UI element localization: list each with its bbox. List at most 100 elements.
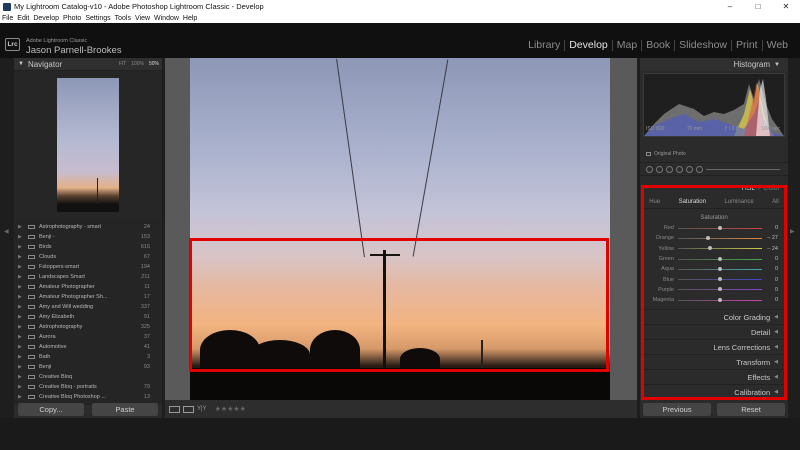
title-bar: My Lightroom Catalog-v10 - Adobe Photosh… — [0, 0, 800, 13]
expand-triangle-icon[interactable]: ▶ — [18, 294, 26, 300]
left-panel: ▼ Navigator FIT 100% 50% ▶ Astrophotograp… — [14, 58, 162, 418]
expand-triangle-icon[interactable]: ▶ — [18, 224, 26, 230]
collection-item[interactable]: ▶ Amateur Photographer 11 — [14, 282, 162, 292]
thumbnail-pole — [97, 178, 98, 204]
before-after-icon[interactable] — [183, 405, 194, 413]
expand-triangle-icon[interactable]: ▶ — [18, 264, 26, 270]
expand-triangle-icon[interactable]: ▶ — [18, 244, 26, 250]
collection-item[interactable]: ▶ Bath 3 — [14, 352, 162, 362]
rating-stars[interactable]: ★★★★★ — [215, 405, 246, 413]
tool-icon[interactable] — [696, 165, 703, 173]
previous-button[interactable]: Previous — [643, 402, 711, 416]
histogram-header[interactable]: Histogram ▼ — [640, 58, 788, 71]
right-buttons: Previous Reset — [640, 400, 788, 418]
menu-settings[interactable]: Settings — [85, 15, 110, 22]
collection-item[interactable]: ▶ Amy and Will wedding 337 — [14, 302, 162, 312]
module-slideshow[interactable]: Slideshow — [674, 40, 731, 51]
menu-tools[interactable]: Tools — [115, 15, 131, 22]
right-panel-toggle-icon[interactable]: ▶ — [790, 228, 795, 235]
module-book[interactable]: Book — [641, 40, 674, 51]
expand-triangle-icon[interactable]: ▶ — [18, 304, 26, 310]
collection-name: Astrophotography - smart — [39, 224, 102, 230]
toolbar: Y|Y ★★★★★ — [165, 400, 637, 418]
expand-triangle-icon[interactable]: ▶ — [18, 284, 26, 290]
loupe-view-icon[interactable] — [169, 405, 180, 413]
red-eye-icon[interactable] — [676, 165, 683, 173]
original-photo-toggle[interactable]: Original Photo — [646, 149, 788, 158]
collapse-triangle-icon[interactable]: ▼ — [774, 62, 780, 68]
module-map[interactable]: Map — [611, 40, 641, 51]
expand-triangle-icon[interactable]: ▶ — [18, 314, 26, 320]
masking-icon[interactable] — [686, 165, 693, 173]
collection-item[interactable]: ▶ Automotive 41 — [14, 342, 162, 352]
zoom-fit[interactable]: FIT — [119, 61, 127, 67]
tool-slider[interactable] — [706, 168, 780, 170]
collection-name: Creative Bloq — [39, 374, 73, 380]
collection-item[interactable]: ▶ Creative Bloq — [14, 372, 162, 382]
expand-triangle-icon[interactable]: ▶ — [18, 384, 26, 390]
collection-icon — [28, 315, 35, 319]
reset-button[interactable]: Reset — [717, 402, 785, 416]
close-button[interactable]: ✕ — [772, 0, 800, 13]
expand-triangle-icon[interactable]: ▶ — [18, 354, 26, 360]
collection-item[interactable]: ▶ Clouds 67 — [14, 252, 162, 262]
collection-item[interactable]: ▶ Benji - 153 — [14, 232, 162, 242]
compare-label[interactable]: Y|Y — [197, 406, 207, 412]
power-line — [412, 59, 449, 257]
zoom-50[interactable]: 50% — [149, 61, 159, 67]
navigator-preview[interactable] — [14, 71, 162, 219]
collapse-triangle-icon[interactable]: ▼ — [18, 61, 24, 67]
menu-file[interactable]: File — [2, 15, 13, 22]
menu-window[interactable]: Window — [154, 15, 179, 22]
collection-item[interactable]: ▶ Amateur Photographer Sh... 17 — [14, 292, 162, 302]
spot-removal-icon[interactable] — [666, 165, 673, 173]
collection-count: 616 — [140, 244, 150, 250]
original-photo-icon[interactable] — [646, 151, 651, 156]
collection-item[interactable]: ▶ Creative Bloq - portraits 79 — [14, 382, 162, 392]
expand-triangle-icon[interactable]: ▶ — [18, 344, 26, 350]
zoom-100[interactable]: 100% — [131, 61, 144, 67]
collections-list: ▶ Astrophotography - smart 24 ▶ Benji - 153 ▶ B… — [14, 219, 162, 405]
collection-item[interactable]: ▶ Benji 93 — [14, 362, 162, 372]
menu-edit[interactable]: Edit — [17, 15, 29, 22]
collection-item[interactable]: ▶ Amy Elizabeth 91 — [14, 312, 162, 322]
menu-develop[interactable]: Develop — [33, 15, 59, 22]
module-develop[interactable]: Develop — [564, 40, 612, 51]
expand-triangle-icon[interactable]: ▶ — [18, 374, 26, 380]
menu-photo[interactable]: Photo — [63, 15, 81, 22]
collection-count: 325 — [140, 324, 150, 330]
module-print[interactable]: Print — [731, 40, 762, 51]
module-web[interactable]: Web — [761, 40, 792, 51]
collection-item[interactable]: ▶ Aurora 37 — [14, 332, 162, 342]
expand-triangle-icon[interactable]: ▶ — [18, 234, 26, 240]
copy-button[interactable]: Copy... — [18, 402, 84, 416]
expand-triangle-icon[interactable]: ▶ — [18, 324, 26, 330]
original-photo-label: Original Photo — [654, 150, 686, 157]
menu-help[interactable]: Help — [183, 15, 197, 22]
collection-count: 93 — [143, 364, 150, 370]
filmstrip — [0, 418, 800, 450]
navigator-header[interactable]: ▼ Navigator FIT 100% 50% — [14, 58, 162, 71]
collection-count: 337 — [140, 304, 150, 310]
paste-button[interactable]: Paste — [92, 402, 158, 416]
collection-name: Benji - — [39, 234, 55, 240]
collection-item[interactable]: ▶ Birds 616 — [14, 242, 162, 252]
expand-triangle-icon[interactable]: ▶ — [18, 364, 26, 370]
expand-triangle-icon[interactable]: ▶ — [18, 254, 26, 260]
grid-tool-icon[interactable] — [646, 165, 653, 173]
module-library[interactable]: Library — [524, 40, 564, 51]
collection-icon — [28, 375, 35, 379]
navigator-thumbnail[interactable] — [57, 78, 119, 212]
collection-item[interactable]: ▶ Astrophotography - smart 24 — [14, 222, 162, 232]
left-panel-toggle-icon[interactable]: ◀ — [4, 228, 9, 235]
crop-tool-icon[interactable] — [656, 165, 663, 173]
expand-triangle-icon[interactable]: ▶ — [18, 334, 26, 340]
minimize-button[interactable]: – — [716, 0, 744, 13]
collection-item[interactable]: ▶ Landscapes Smart 211 — [14, 272, 162, 282]
collection-item[interactable]: ▶ Fstoppers-smart 194 — [14, 262, 162, 272]
collection-icon — [28, 305, 35, 309]
menu-view[interactable]: View — [135, 15, 150, 22]
maximize-button[interactable]: □ — [744, 0, 772, 13]
collection-item[interactable]: ▶ Astrophotography 325 — [14, 322, 162, 332]
expand-triangle-icon[interactable]: ▶ — [18, 274, 26, 280]
